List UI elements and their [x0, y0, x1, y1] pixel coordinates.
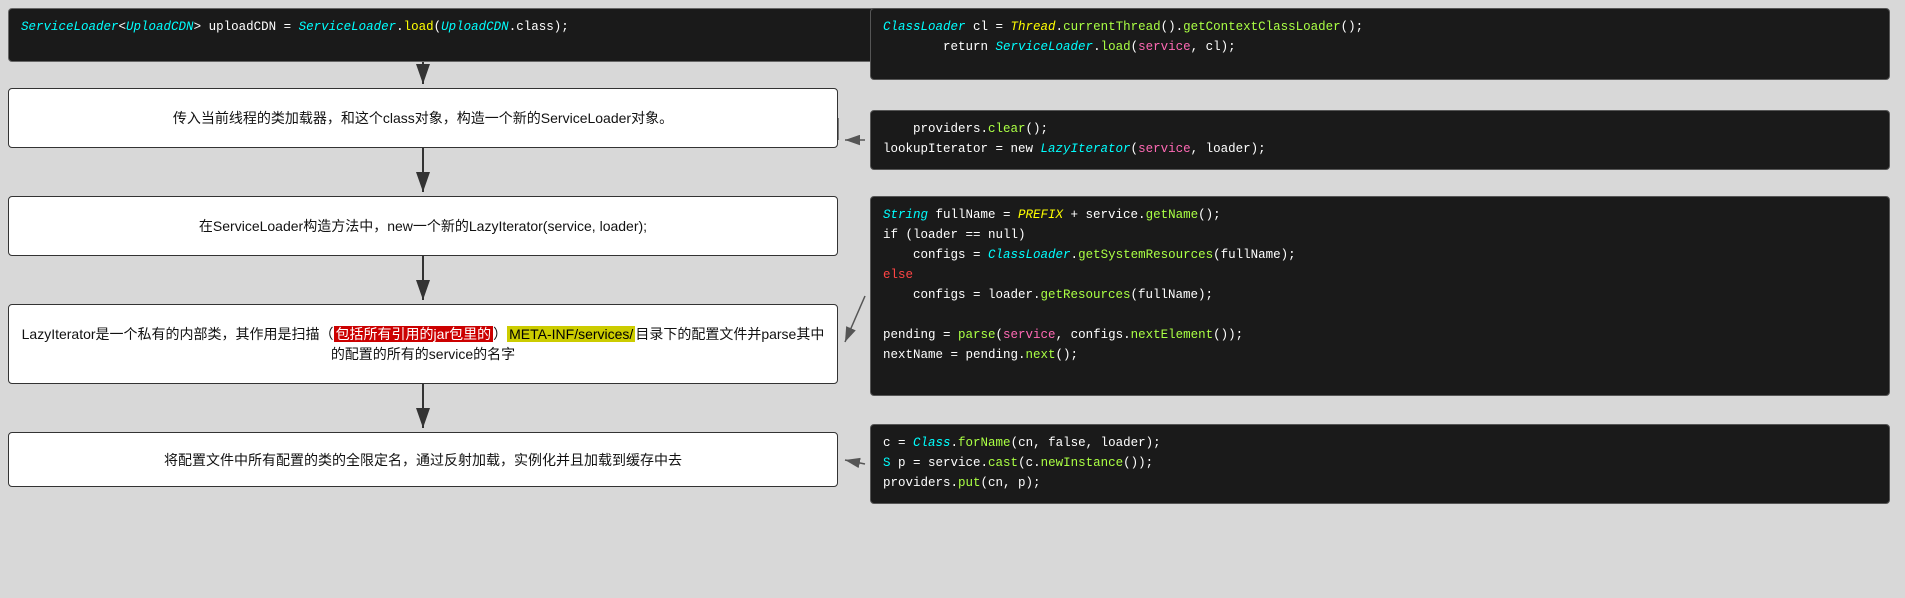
code-box-r3: String fullName = PREFIX + service.getNa…: [870, 196, 1890, 396]
flow-box-2: 在ServiceLoader构造方法中，new一个新的LazyIterator(…: [8, 196, 838, 256]
flow-box-3: LazyIterator是一个私有的内部类，其作用是扫描（包括所有引用的jar包…: [8, 304, 838, 384]
flow-box-1-text: 传入当前线程的类加载器，和这个class对象，构造一个新的ServiceLoad…: [173, 108, 673, 128]
code-r2-line1: providers.clear();: [883, 119, 1877, 139]
code-serviceloader-type: ServiceLoader: [21, 20, 119, 34]
code-box-r2: providers.clear(); lookupIterator = new …: [870, 110, 1890, 170]
flow-box-2-text: 在ServiceLoader构造方法中，new一个新的LazyIterator(…: [199, 216, 647, 236]
code-r1-line1: ClassLoader cl = Thread.currentThread().…: [883, 17, 1877, 37]
code-box-r4: c = Class.forName(cn, false, loader); S …: [870, 424, 1890, 504]
code-box-r1: ClassLoader cl = Thread.currentThread().…: [870, 8, 1890, 80]
flow-box-3-text: LazyIterator是一个私有的内部类，其作用是扫描（包括所有引用的jar包…: [21, 324, 825, 364]
flow-box-4: 将配置文件中所有配置的类的全限定名，通过反射加载，实例化并且加载到缓存中去: [8, 432, 838, 487]
flow-box-1: 传入当前线程的类加载器，和这个class对象，构造一个新的ServiceLoad…: [8, 88, 838, 148]
diagram-container: ServiceLoader<UploadCDN> uploadCDN = Ser…: [0, 0, 1905, 598]
code-r1-line2: return ServiceLoader.load(service, cl);: [883, 37, 1877, 57]
code-r2-line2: lookupIterator = new LazyIterator(servic…: [883, 139, 1877, 159]
flow-box-4-text: 将配置文件中所有配置的类的全限定名，通过反射加载，实例化并且加载到缓存中去: [164, 450, 682, 470]
